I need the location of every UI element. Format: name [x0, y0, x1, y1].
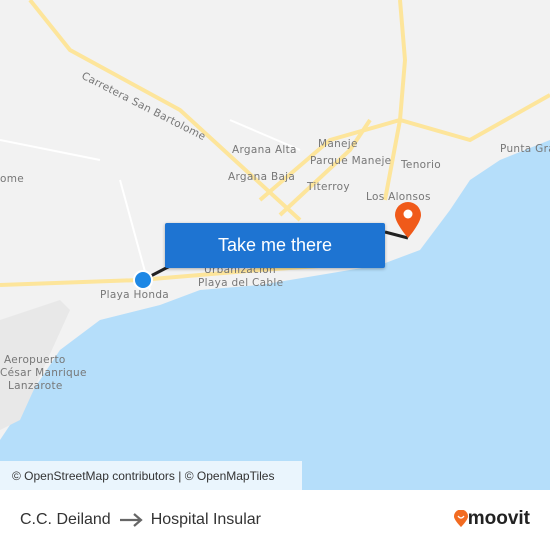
map[interactable]: Carretera San Bartolome Argana Alta Mane… — [0, 0, 550, 490]
map-label: Punta Gra — [500, 143, 550, 155]
map-label: Playa del Cable — [198, 277, 284, 289]
moovit-logo[interactable]: moovit — [453, 508, 530, 530]
destination-name: Hospital Insular — [150, 511, 261, 528]
destination-pin-icon[interactable] — [393, 201, 423, 239]
map-attribution[interactable]: © OpenStreetMap contributors | © OpenMap… — [0, 461, 302, 490]
arrow-right-icon — [119, 513, 143, 527]
moovit-pin-icon — [453, 510, 468, 527]
route-summary: C.C. Deiland Hospital Insular — [20, 511, 261, 529]
map-label: César Manrique — [0, 367, 87, 379]
map-label: Playa Honda — [100, 289, 170, 301]
map-label: ome — [0, 173, 25, 185]
origin-marker[interactable] — [133, 270, 153, 290]
map-label: Tenorio — [401, 159, 441, 171]
map-label: Parque Maneje — [310, 155, 392, 167]
sea — [0, 140, 550, 490]
map-label: Maneje — [318, 138, 358, 150]
map-label: Titerroy — [307, 181, 350, 193]
brand-name: moovit — [467, 508, 530, 529]
take-me-there-button[interactable]: Take me there — [165, 223, 385, 268]
map-label: Argana Alta — [232, 144, 297, 156]
map-label: Aeropuerto — [4, 354, 66, 366]
map-label: Argana Baja — [228, 171, 296, 183]
map-label: Lanzarote — [8, 380, 63, 392]
footer: C.C. Deiland Hospital Insular moovit — [0, 490, 550, 550]
origin-name: C.C. Deiland — [20, 511, 111, 528]
